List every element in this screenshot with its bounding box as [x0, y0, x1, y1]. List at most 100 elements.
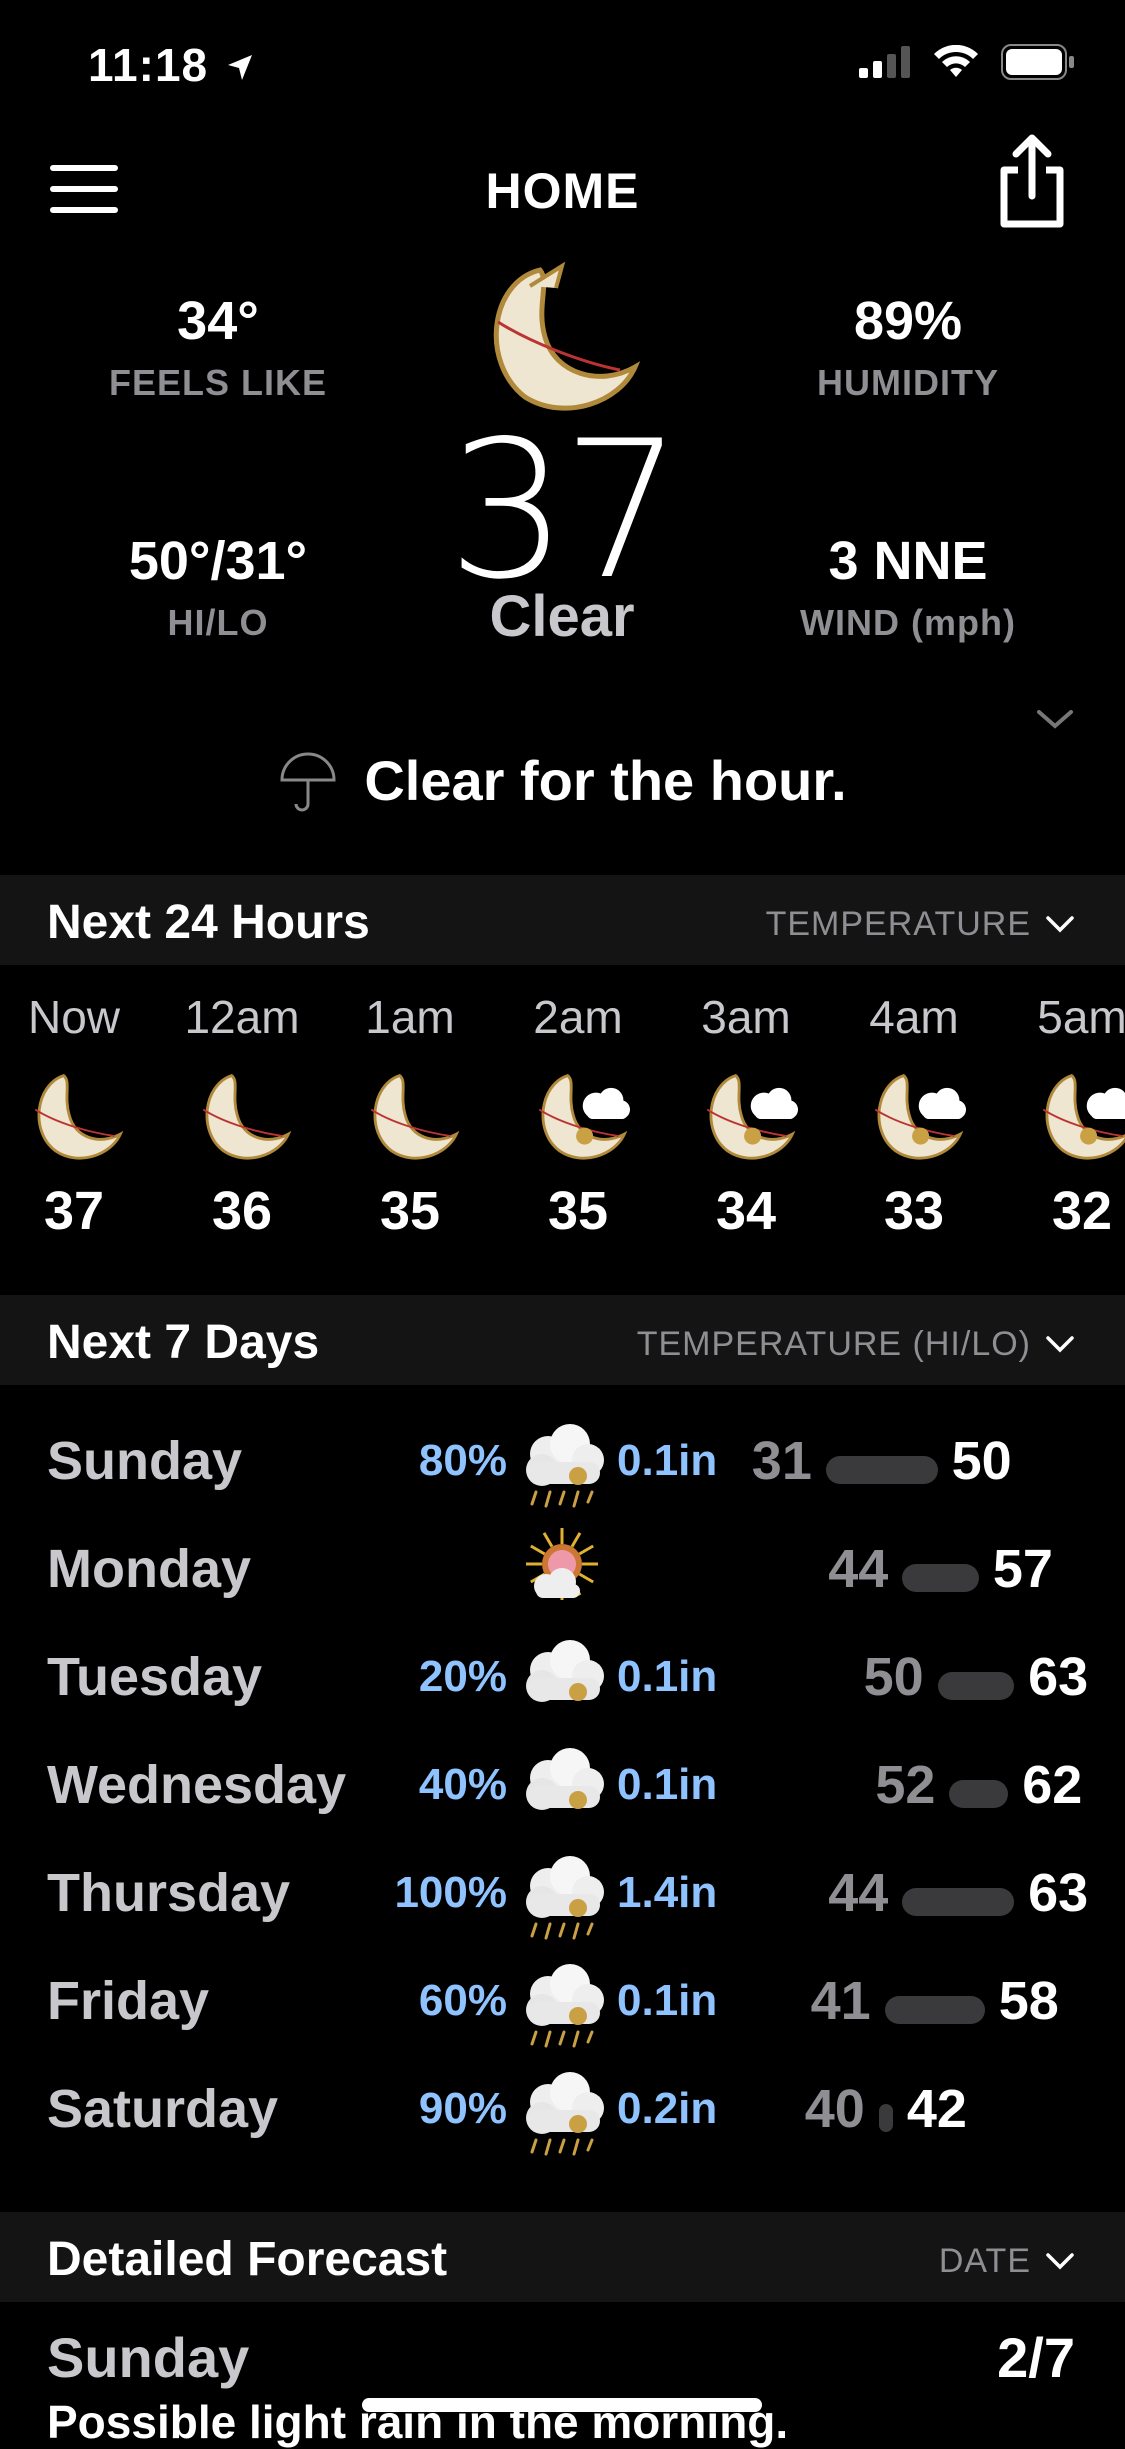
- feels-like-label: FEELS LIKE: [108, 362, 328, 403]
- hourly-selector[interactable]: TEMPERATURE: [766, 905, 1075, 944]
- chevron-down-icon[interactable]: [1035, 708, 1075, 732]
- low-temp: 50: [863, 1647, 924, 1707]
- moon-icon: [22, 1068, 126, 1172]
- day-row[interactable]: Friday 60% 0.1in 41 58: [0, 1948, 1125, 2056]
- nowcast-text: Clear for the hour.: [364, 749, 847, 812]
- cloud-icon: [512, 1628, 612, 1728]
- high-temp: 42: [906, 2079, 967, 2139]
- day-row[interactable]: Thursday 100% 1.4in 44 63: [0, 1840, 1125, 1948]
- page-title[interactable]: HOME: [0, 162, 1125, 220]
- detailed-title: Detailed Forecast: [47, 2233, 448, 2286]
- hour-time: 1am: [365, 991, 455, 1043]
- hour-temp: 37: [43, 1181, 105, 1241]
- humidity-value: 89%: [853, 291, 963, 351]
- rain-cloud-icon: [512, 1952, 612, 2052]
- daily-selector[interactable]: TEMPERATURE (HI/LO): [637, 1325, 1075, 1364]
- hour-item: Now 37: [0, 990, 158, 1242]
- moon-icon: [190, 1068, 294, 1172]
- precip-amount: 0.1in: [617, 1760, 718, 1809]
- hour-time: 12am: [184, 991, 300, 1043]
- battery-icon: [1001, 44, 1074, 80]
- hour-item: 3am 34: [662, 990, 830, 1242]
- precip-chance: 20%: [418, 1652, 507, 1701]
- day-row[interactable]: Sunday 80% 0.1in 31 50: [0, 1408, 1125, 1516]
- rain-cloud-icon: [512, 2060, 612, 2160]
- hour-item: 1am 35: [326, 990, 494, 1242]
- moon-icon: [358, 1068, 462, 1172]
- day-name: Friday: [47, 1971, 210, 2031]
- precip-chance: 60%: [418, 1976, 507, 2025]
- precip-amount: 0.2in: [617, 2084, 718, 2133]
- hour-time: 2am: [533, 991, 623, 1043]
- high-temp: 62: [1022, 1755, 1083, 1815]
- day-row[interactable]: Tuesday 20% 0.1in 50 63: [0, 1624, 1125, 1732]
- hilo-value: 50°/31°: [128, 531, 308, 591]
- detailed-day: Sunday: [47, 2326, 250, 2389]
- day-name: Monday: [47, 1539, 252, 1599]
- moon-cloud-icon: [694, 1068, 798, 1172]
- chevron-down-icon: [1046, 915, 1074, 932]
- day-row[interactable]: Saturday 90% 0.2in 40 42: [0, 2056, 1125, 2164]
- precip-chance: 90%: [418, 2084, 507, 2133]
- hour-time: 5am: [1037, 991, 1125, 1043]
- share-icon: [1000, 134, 1064, 228]
- feels-like-value: 34°: [177, 291, 259, 351]
- status-time: 11:18: [88, 38, 254, 92]
- high-temp: 50: [951, 1431, 1012, 1491]
- hour-time: Now: [27, 991, 121, 1043]
- temp-range-bar: [825, 1456, 938, 1484]
- hourly-section-header[interactable]: Next 24 Hours TEMPERATURE: [0, 875, 1125, 965]
- high-temp: 58: [998, 1971, 1059, 2031]
- hour-temp: 34: [715, 1181, 777, 1241]
- temp-range-bar: [884, 1996, 985, 2024]
- precip-amount: 0.1in: [617, 1976, 718, 2025]
- hour-temp: 32: [1051, 1181, 1113, 1241]
- precip-amount: 0.1in: [617, 1436, 718, 1485]
- hour-temp: 35: [547, 1181, 609, 1241]
- daily-section-header[interactable]: Next 7 Days TEMPERATURE (HI/LO): [0, 1295, 1125, 1385]
- hour-temp: 33: [883, 1181, 945, 1241]
- temp-range-bar: [878, 2104, 893, 2132]
- day-name: Tuesday: [47, 1647, 263, 1707]
- detailed-selector[interactable]: DATE: [939, 2242, 1075, 2281]
- day-row[interactable]: Wednesday 40% 0.1in 52 62: [0, 1732, 1125, 1840]
- wifi-icon: [934, 45, 978, 77]
- hour-item: 12am 36: [158, 990, 326, 1242]
- low-temp: 52: [875, 1755, 936, 1815]
- day-name: Saturday: [47, 2079, 279, 2139]
- hourly-selector-label: TEMPERATURE: [765, 905, 1031, 943]
- umbrella-icon: [280, 752, 336, 812]
- moon-cloud-icon: [526, 1068, 630, 1172]
- high-temp: 63: [1028, 1863, 1089, 1923]
- wind-label: WIND (mph): [800, 602, 1016, 643]
- low-temp: 40: [804, 2079, 865, 2139]
- day-name: Thursday: [47, 1863, 291, 1923]
- hour-item: 4am 33: [830, 990, 998, 1242]
- low-temp: 44: [828, 1863, 889, 1923]
- hour-item: 5am 32: [998, 990, 1125, 1242]
- day-row[interactable]: Monday 44 57: [0, 1516, 1125, 1624]
- status-icons: [859, 44, 1075, 80]
- temp-range-bar: [949, 1780, 1009, 1808]
- hour-temp: 35: [379, 1181, 441, 1241]
- detailed-section-header[interactable]: Detailed Forecast DATE: [0, 2212, 1125, 2302]
- hour-temp: 36: [211, 1181, 273, 1241]
- low-temp: 31: [751, 1431, 812, 1491]
- cellular-signal-icon: [859, 46, 910, 78]
- share-button[interactable]: [992, 132, 1072, 232]
- location-arrow-icon: [227, 55, 252, 80]
- status-time-text: 11:18: [88, 39, 209, 91]
- low-temp: 41: [810, 1971, 871, 2031]
- temp-range-bar: [937, 1672, 1015, 1700]
- nowcast-row[interactable]: Clear for the hour.: [0, 748, 1125, 814]
- home-indicator[interactable]: [362, 2398, 762, 2412]
- hilo-label: HI/LO: [167, 602, 269, 643]
- chevron-down-icon: [1046, 2252, 1074, 2269]
- wind-value: 3 NNE: [828, 531, 988, 591]
- chevron-down-icon: [1046, 1335, 1074, 1352]
- sun-cloud-icon: [512, 1520, 612, 1620]
- hourly-title: Next 24 Hours: [47, 896, 370, 949]
- humidity-label: HUMIDITY: [817, 362, 999, 403]
- daily-selector-label: TEMPERATURE (HI/LO): [636, 1325, 1031, 1363]
- hour-item: 2am 35: [494, 990, 662, 1242]
